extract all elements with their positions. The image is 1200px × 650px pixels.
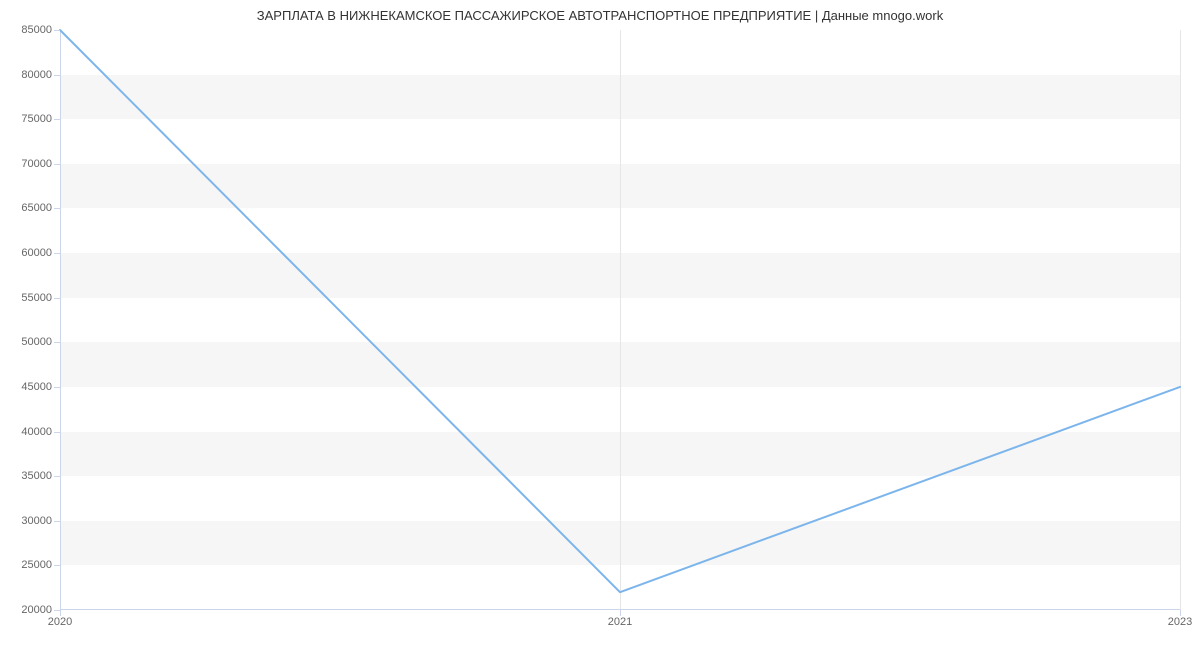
y-tick: [54, 342, 60, 343]
y-tick: [54, 432, 60, 433]
y-tick: [54, 208, 60, 209]
data-line: [60, 30, 1180, 610]
y-tick: [54, 30, 60, 31]
y-tick-label: 50000: [21, 336, 52, 348]
chart-title: ЗАРПЛАТА В НИЖНЕКАМСКОЕ ПАССАЖИРСКОЕ АВТ…: [0, 0, 1200, 23]
x-gridline: [1180, 30, 1181, 610]
y-tick-label: 45000: [21, 381, 52, 393]
y-tick-label: 20000: [21, 604, 52, 616]
y-tick-label: 35000: [21, 470, 52, 482]
series-line: [60, 30, 1180, 592]
y-tick: [54, 521, 60, 522]
y-tick: [54, 565, 60, 566]
y-tick: [54, 75, 60, 76]
y-tick-label: 85000: [21, 24, 52, 36]
y-tick-label: 75000: [21, 113, 52, 125]
x-tick-label: 2023: [1168, 616, 1192, 628]
chart-container: ЗАРПЛАТА В НИЖНЕКАМСКОЕ ПАССАЖИРСКОЕ АВТ…: [0, 0, 1200, 650]
y-tick-label: 55000: [21, 292, 52, 304]
y-tick-label: 70000: [21, 158, 52, 170]
y-tick: [54, 476, 60, 477]
x-tick-label: 2021: [608, 616, 632, 628]
y-tick: [54, 164, 60, 165]
y-tick-label: 65000: [21, 202, 52, 214]
y-tick: [54, 119, 60, 120]
y-tick: [54, 387, 60, 388]
y-tick: [54, 253, 60, 254]
x-tick-label: 2020: [48, 616, 72, 628]
y-tick-label: 80000: [21, 69, 52, 81]
y-tick-label: 25000: [21, 559, 52, 571]
y-tick-label: 40000: [21, 426, 52, 438]
y-tick-label: 60000: [21, 247, 52, 259]
y-tick-label: 30000: [21, 515, 52, 527]
y-tick: [54, 298, 60, 299]
plot-area: 2000025000300003500040000450005000055000…: [60, 30, 1180, 610]
